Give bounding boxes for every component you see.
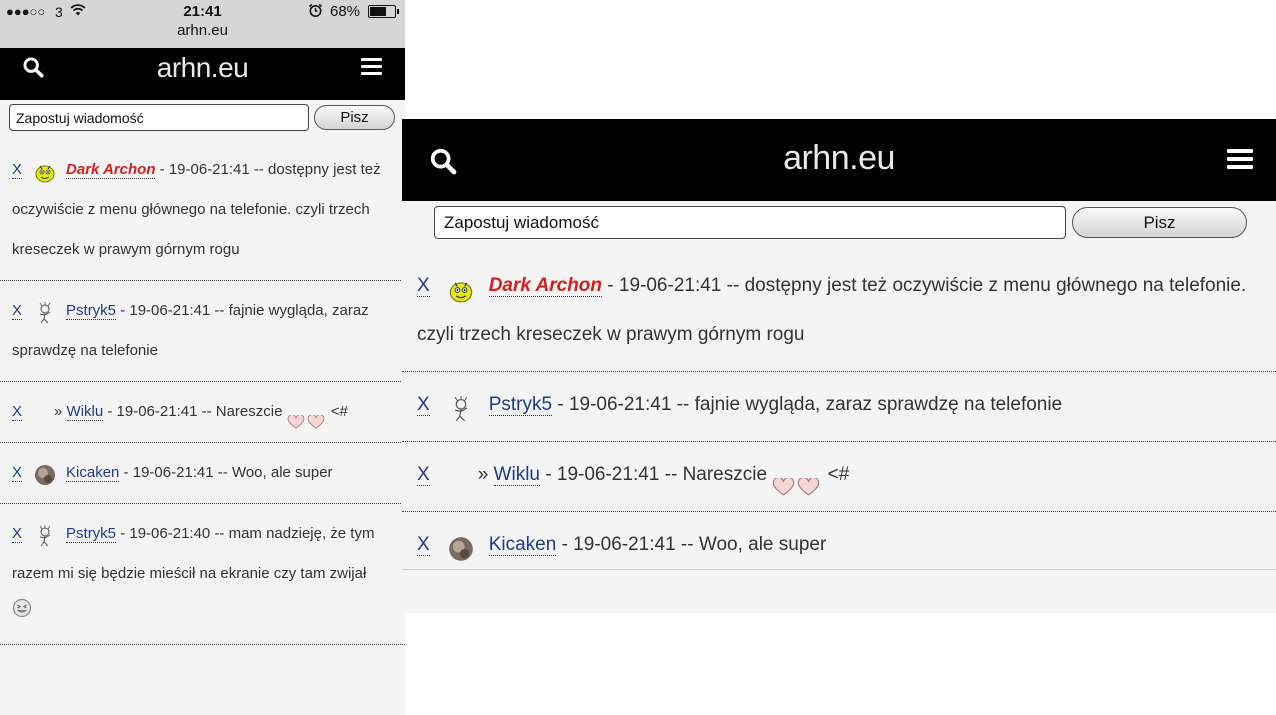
rank-prefix: » <box>54 403 67 420</box>
avatar-sketch-figure-icon <box>34 523 56 547</box>
message-text: - 19-06-21:41 -- fajnie wygląda, zaraz s… <box>552 394 1063 415</box>
delete-message-link[interactable]: X <box>417 534 430 556</box>
compose-bar: Pisz <box>402 201 1276 245</box>
site-navbar: arhn.eu <box>402 119 1276 201</box>
message-item: X Kicaken - 19-06-21:41 -- Woo, ale supe… <box>402 512 1276 570</box>
message-item: X Pstryk5 - 19-06-21:41 -- fajnie wygląd… <box>0 281 405 382</box>
username-link[interactable]: Dark Archon <box>488 275 603 297</box>
squinting-face-emoticon-icon <box>12 594 32 634</box>
hamburger-menu-icon[interactable] <box>361 58 382 79</box>
message-item: X Dark Archon - 19-06-21:41 -- dostępny … <box>402 253 1276 372</box>
message-item: X Kicaken - 19-06-21:41 -- Woo, ale supe… <box>0 443 405 504</box>
heart-emoticon-icon <box>772 466 795 496</box>
delete-message-link[interactable]: X <box>12 161 23 179</box>
message-item: X Dark Archon - 19-06-21:41 -- dostępny … <box>0 140 405 281</box>
heart-emoticon-icon <box>307 405 325 429</box>
ios-status-bar: ●●●○○ 3 21:41 68% arhn.eu <box>0 0 405 48</box>
shoutbox-feed: X Dark Archon - 19-06-21:41 -- dostępny … <box>0 140 405 646</box>
hamburger-menu-icon[interactable] <box>1227 149 1253 173</box>
compose-bar: Pisz <box>0 100 405 136</box>
message-text: - 19-06-21:41 -- Nareszcie <box>540 464 773 485</box>
rank-prefix: » <box>477 464 494 485</box>
message-item: X Pstryk5 - 19-06-21:40 -- mam nadzieję,… <box>0 504 405 646</box>
post-button[interactable]: Pisz <box>1072 207 1247 238</box>
username-link[interactable]: Pstryk5 <box>488 394 553 416</box>
alarm-icon <box>308 3 323 21</box>
message-item: X » Wiklu - 19-06-21:41 -- Nareszcie <# <box>402 442 1276 512</box>
post-button[interactable]: Pisz <box>314 105 395 130</box>
delete-message-link[interactable]: X <box>417 464 430 486</box>
username-link[interactable]: Kicaken <box>66 464 120 482</box>
delete-message-link[interactable]: X <box>12 525 23 543</box>
delete-message-link[interactable]: X <box>12 464 23 482</box>
message-text: - 19-06-21:41 -- Woo, ale super <box>556 534 827 555</box>
avatar-yellow-creature-icon <box>34 159 56 183</box>
message-input[interactable] <box>9 104 309 131</box>
avatar-sketch-figure-icon <box>448 392 474 422</box>
username-link[interactable]: Wiklu <box>493 464 540 486</box>
avatar-photo-icon <box>34 462 56 486</box>
site-navbar: arhn.eu <box>0 48 405 100</box>
message-item: X Pstryk5 - 19-06-21:41 -- fajnie wygląd… <box>402 372 1276 442</box>
delete-message-link[interactable]: X <box>12 302 23 320</box>
message-text: - 19-06-21:41 -- Woo, ale super <box>119 464 333 481</box>
message-suffix: <# <box>822 464 850 485</box>
delete-message-link[interactable]: X <box>417 275 430 297</box>
avatar-photo-icon <box>448 532 474 561</box>
username-link[interactable]: Kicaken <box>488 534 557 556</box>
username-link[interactable]: Pstryk5 <box>66 525 117 543</box>
username-link[interactable]: Pstryk5 <box>66 302 117 320</box>
delete-message-link[interactable]: X <box>12 403 23 421</box>
mobile-screenshot: ●●●○○ 3 21:41 68% arhn.eu arhn.eu Pisz X… <box>0 0 405 715</box>
delete-message-link[interactable]: X <box>417 394 430 416</box>
avatar-placeholder <box>32 401 44 423</box>
desktop-screenshot: arhn.eu Pisz X Dark Archon - 19-06-21:41… <box>402 119 1276 613</box>
avatar-placeholder <box>446 462 462 488</box>
site-logo-title[interactable]: arhn.eu <box>0 52 405 84</box>
message-input[interactable] <box>434 206 1066 239</box>
message-suffix: <# <box>326 403 348 420</box>
heart-emoticon-icon <box>797 466 820 496</box>
battery-percent: 68% <box>330 3 361 20</box>
username-link[interactable]: Dark Archon <box>66 161 156 179</box>
avatar-sketch-figure-icon <box>34 300 56 324</box>
avatar-yellow-creature-icon <box>448 273 474 303</box>
shoutbox-feed: X Dark Archon - 19-06-21:41 -- dostępny … <box>402 253 1276 570</box>
site-logo-title[interactable]: arhn.eu <box>402 139 1276 178</box>
username-link[interactable]: Wiklu <box>66 403 104 421</box>
message-text: - 19-06-21:41 -- Nareszcie <box>103 403 287 420</box>
browser-url[interactable]: arhn.eu <box>0 22 405 39</box>
battery-icon <box>368 5 399 18</box>
message-item: X » Wiklu - 19-06-21:41 -- Nareszcie <# <box>0 382 405 443</box>
heart-emoticon-icon <box>287 405 305 429</box>
